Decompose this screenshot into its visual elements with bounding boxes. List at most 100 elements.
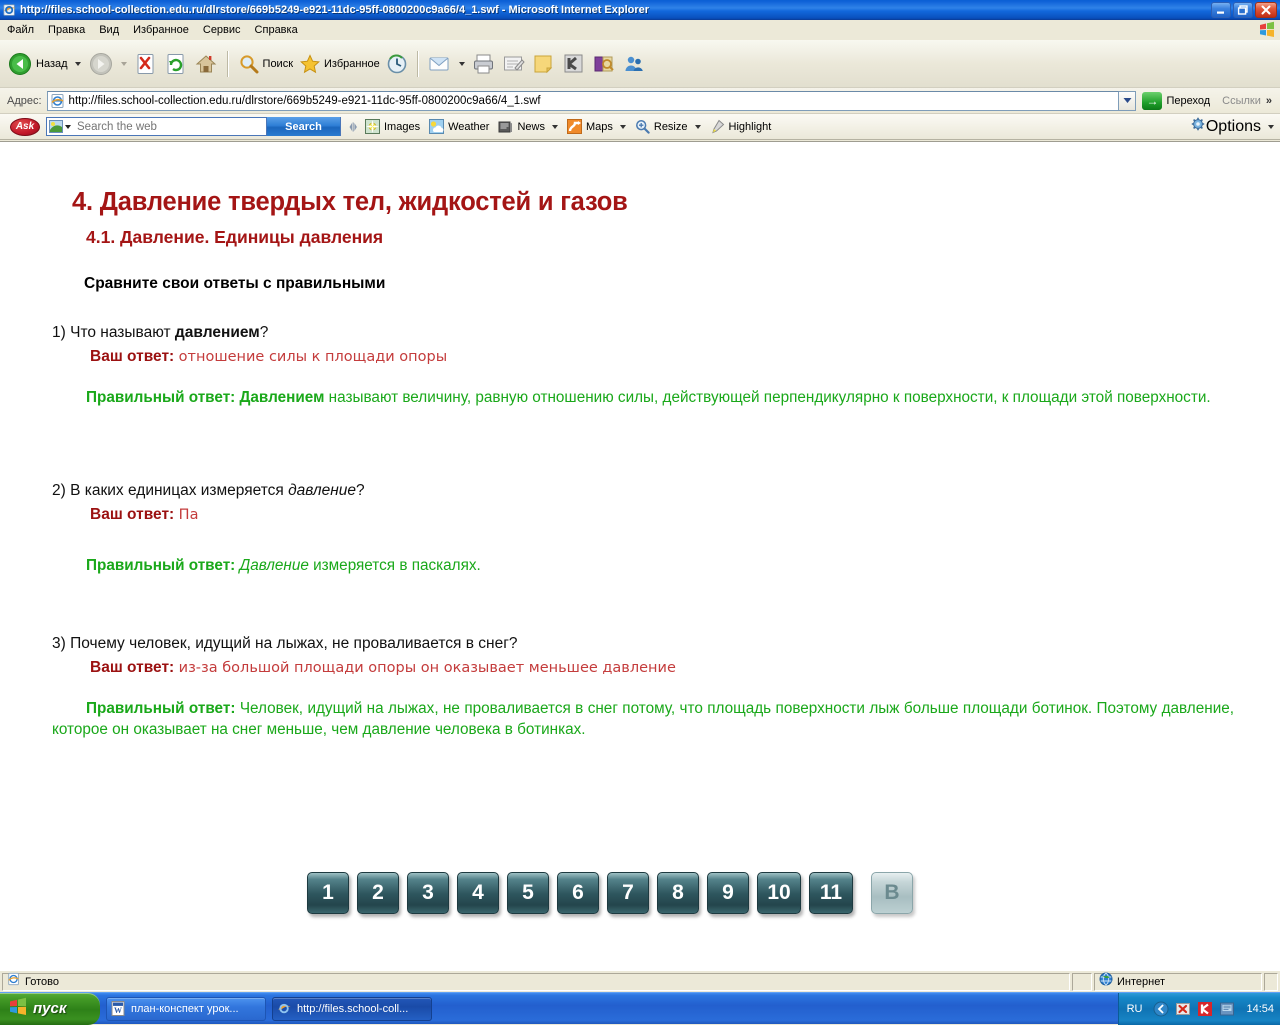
ask-search-engine-icon[interactable] bbox=[47, 118, 65, 135]
windows-flag-icon bbox=[1258, 21, 1276, 38]
correct-answer-text-2: измеряется в паскалях. bbox=[308, 557, 481, 574]
maps-icon bbox=[566, 119, 582, 134]
menu-item-file[interactable]: Файл bbox=[0, 22, 41, 38]
nav-button-2[interactable]: 2 bbox=[357, 872, 399, 914]
taskbar-item-word-label: план-конспект урок... bbox=[131, 1002, 239, 1015]
ask-item-images[interactable]: Images bbox=[365, 119, 420, 134]
question-number-1: 1) bbox=[52, 324, 66, 341]
menu-item-edit[interactable]: Правка bbox=[41, 22, 92, 38]
network-tray-icon[interactable] bbox=[1219, 1001, 1235, 1017]
go-button[interactable]: → Переход bbox=[1142, 91, 1210, 110]
status-zone-cell: Интернет bbox=[1094, 972, 1262, 991]
ask-search-input[interactable] bbox=[75, 119, 266, 134]
question-text-1: 1) Что называют давлением? bbox=[52, 324, 1234, 342]
ask-toolbar-grip[interactable] bbox=[348, 120, 358, 134]
ask-item-weather-label: Weather bbox=[448, 120, 490, 133]
nav-button-1[interactable]: 1 bbox=[307, 872, 349, 914]
address-dropdown-button[interactable] bbox=[1119, 90, 1137, 111]
back-button[interactable]: Назад bbox=[4, 45, 71, 83]
status-spacer-cell bbox=[1072, 972, 1092, 991]
nav-button-7[interactable]: 7 bbox=[607, 872, 649, 914]
ask-search-box[interactable]: Search bbox=[46, 117, 341, 136]
print-button[interactable] bbox=[469, 45, 499, 83]
kaspersky-tray-icon[interactable] bbox=[1197, 1001, 1213, 1017]
tray-expand-icon[interactable] bbox=[1153, 1001, 1169, 1017]
system-tray: RU 14:54 bbox=[1117, 993, 1280, 1025]
nav-button-9[interactable]: 9 bbox=[707, 872, 749, 914]
correct-answer-label-3: Правильный ответ: bbox=[86, 700, 236, 717]
home-button[interactable] bbox=[191, 45, 221, 83]
nav-button-3[interactable]: 3 bbox=[407, 872, 449, 914]
question-suffix-2: ? bbox=[356, 482, 365, 499]
mail-button[interactable] bbox=[425, 45, 455, 83]
ie-browser-window: http://files.school-collection.edu.ru/dl… bbox=[0, 0, 1280, 1025]
resize-dropdown-icon[interactable] bbox=[694, 124, 701, 129]
status-message-cell: Готово bbox=[2, 972, 1070, 991]
ask-logo-icon[interactable]: Ask bbox=[10, 117, 40, 136]
gear-icon bbox=[1191, 117, 1206, 137]
taskbar-item-ie[interactable]: http://files.school-coll... bbox=[272, 996, 432, 1021]
history-button[interactable] bbox=[383, 45, 411, 83]
correct-answer-label-1: Правильный ответ: bbox=[86, 389, 236, 406]
news-dropdown-icon[interactable] bbox=[551, 124, 558, 129]
correct-emphasis-1: Давлением bbox=[239, 389, 325, 406]
options-dropdown-icon[interactable] bbox=[1268, 124, 1274, 129]
your-answer-value-2: Па bbox=[178, 507, 199, 523]
ask-search-button[interactable]: Search bbox=[266, 117, 340, 136]
encarta-button[interactable] bbox=[589, 45, 619, 83]
messenger-button[interactable] bbox=[619, 45, 649, 83]
ask-item-weather[interactable]: Weather bbox=[429, 119, 489, 134]
mail-dropdown-icon[interactable] bbox=[458, 61, 465, 66]
window-buttons bbox=[1211, 1, 1277, 18]
nav-button-5[interactable]: 5 bbox=[507, 872, 549, 914]
nav-button-8[interactable]: 8 bbox=[657, 872, 699, 914]
kaspersky-button[interactable] bbox=[559, 45, 589, 83]
menu-item-tools[interactable]: Сервис bbox=[196, 22, 248, 38]
refresh-button[interactable] bbox=[161, 45, 191, 83]
menu-item-view[interactable]: Вид bbox=[92, 22, 126, 38]
nav-button-v[interactable]: В bbox=[871, 872, 913, 914]
ask-item-news[interactable]: News bbox=[498, 119, 558, 134]
favorites-button[interactable]: Избранное bbox=[296, 45, 383, 83]
question-block-2: 2) В каких единицах измеряется давление?… bbox=[52, 482, 1234, 577]
resize-grip[interactable] bbox=[1264, 972, 1278, 991]
minimize-button[interactable] bbox=[1211, 1, 1231, 18]
ask-item-highlight[interactable]: Highlight bbox=[710, 119, 772, 134]
ask-engine-dropdown-icon[interactable] bbox=[65, 124, 71, 129]
images-icon bbox=[365, 119, 380, 134]
clock[interactable]: 14:54 bbox=[1246, 1003, 1274, 1015]
page-viewport: 4. Давление твердых тел, жидкостей и газ… bbox=[0, 141, 1280, 970]
ask-options-button[interactable]: Options bbox=[1191, 117, 1274, 137]
tray-close-icon[interactable] bbox=[1175, 1001, 1191, 1017]
search-button[interactable]: Поиск bbox=[235, 45, 296, 83]
ask-item-resize[interactable]: Resize bbox=[635, 119, 701, 134]
taskbar-item-word[interactable]: W план-конспект урок... bbox=[106, 996, 266, 1021]
notes-button[interactable] bbox=[529, 45, 559, 83]
edit-button[interactable] bbox=[499, 45, 529, 83]
nav-button-11[interactable]: 11 bbox=[809, 872, 853, 914]
nav-button-6[interactable]: 6 bbox=[557, 872, 599, 914]
question-block-1: 1) Что называют давлением? Ваш ответ: от… bbox=[52, 324, 1234, 409]
ask-item-highlight-label: Highlight bbox=[728, 120, 772, 133]
maps-dropdown-icon[interactable] bbox=[619, 124, 626, 129]
nav-button-10[interactable]: 10 bbox=[757, 872, 801, 914]
restore-button[interactable] bbox=[1233, 1, 1253, 18]
status-bar: Готово Интернет bbox=[0, 970, 1280, 992]
nav-button-4[interactable]: 4 bbox=[457, 872, 499, 914]
your-answer-label-3: Ваш ответ: bbox=[90, 659, 175, 676]
taskbar: пуск W план-конспект урок... http://file… bbox=[0, 992, 1280, 1025]
back-dropdown-icon[interactable] bbox=[74, 61, 81, 66]
close-button[interactable] bbox=[1255, 1, 1277, 18]
stop-button[interactable] bbox=[131, 45, 161, 83]
start-button[interactable]: пуск bbox=[0, 992, 100, 1025]
links-bar[interactable]: Ссылки » bbox=[1222, 95, 1272, 107]
ask-item-maps[interactable]: Maps bbox=[566, 119, 626, 134]
address-label: Адрес: bbox=[7, 94, 42, 107]
menu-item-favorites[interactable]: Избранное bbox=[126, 22, 196, 38]
links-chevron-icon[interactable]: » bbox=[1266, 95, 1272, 107]
favorites-label: Избранное bbox=[324, 57, 380, 70]
status-text: Готово bbox=[25, 975, 59, 988]
menu-item-help[interactable]: Справка bbox=[248, 22, 305, 38]
address-input[interactable]: http://files.school-collection.edu.ru/dl… bbox=[46, 90, 1120, 111]
language-indicator[interactable]: RU bbox=[1127, 1003, 1143, 1015]
